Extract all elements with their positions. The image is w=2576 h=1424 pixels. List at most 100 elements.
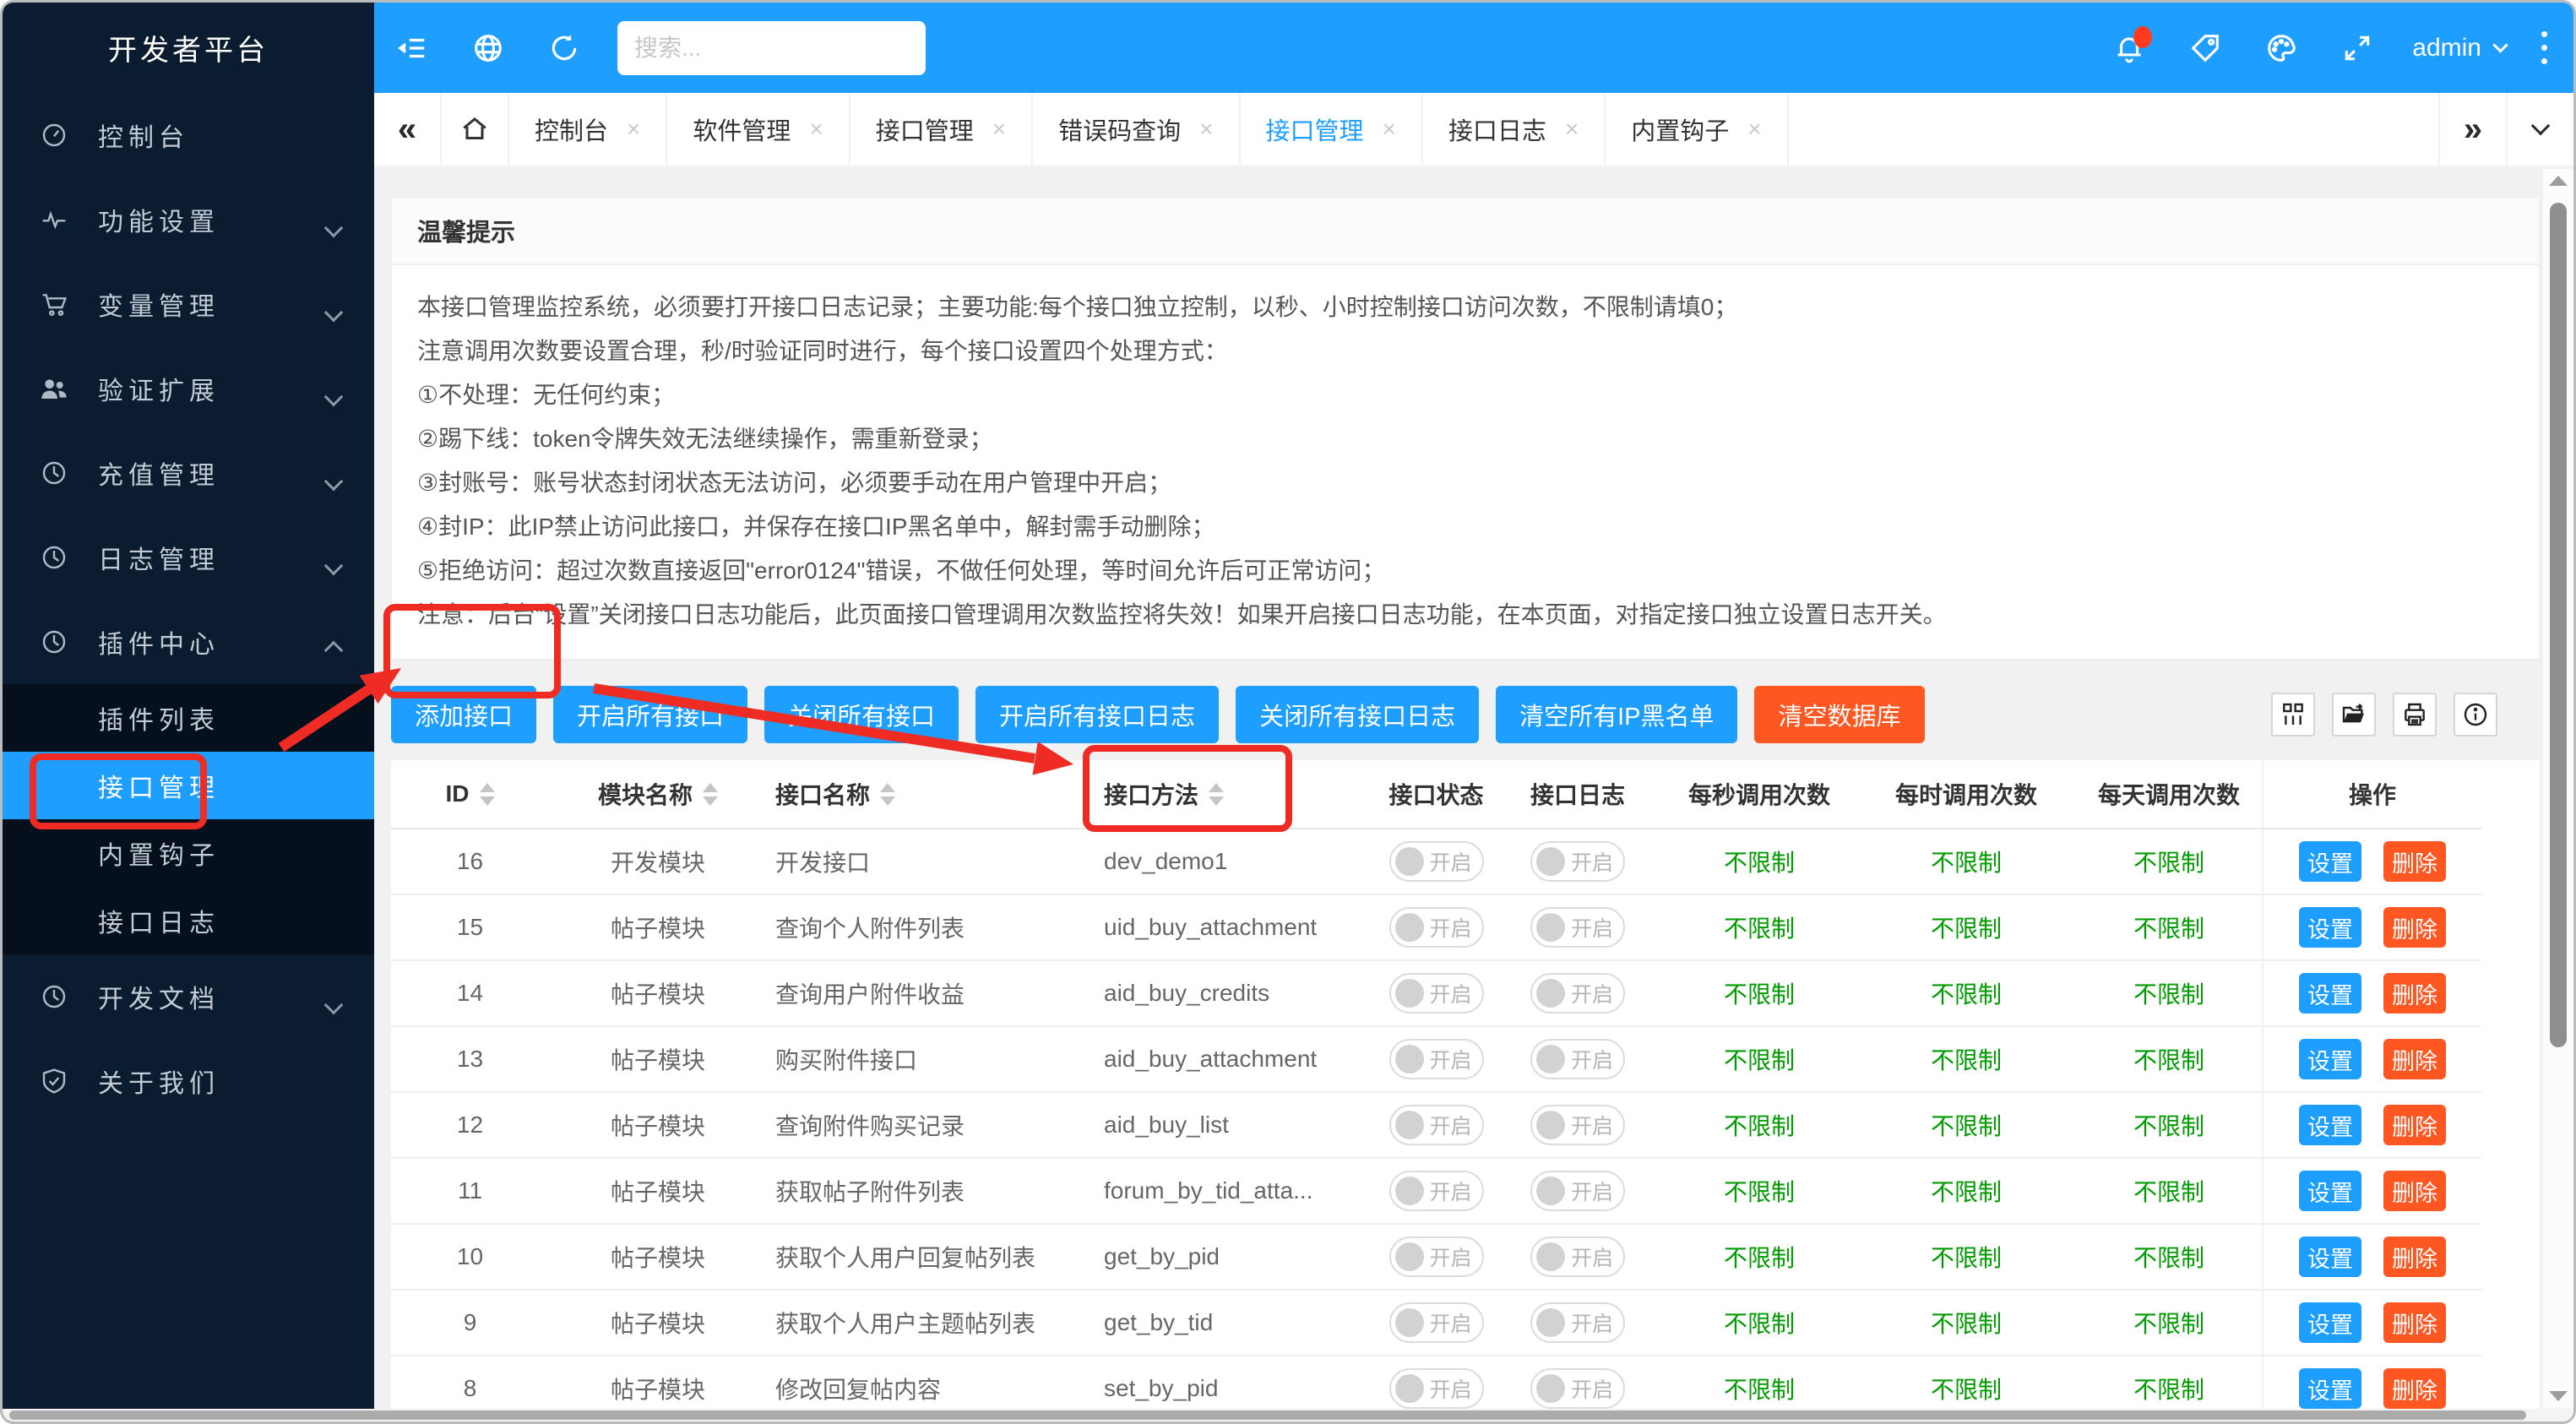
close-icon[interactable]: × bbox=[627, 116, 640, 143]
delete-button[interactable]: 删除 bbox=[2383, 841, 2446, 882]
collapse-sidebar-button[interactable] bbox=[374, 3, 450, 93]
interface-log-toggle[interactable]: 开启 bbox=[1530, 1236, 1625, 1277]
sidebar-item-recharge-management[interactable]: 充值管理 bbox=[3, 431, 374, 515]
delete-button[interactable]: 删除 bbox=[2383, 1039, 2446, 1079]
print-button[interactable] bbox=[2393, 693, 2437, 736]
tabs-menu-button[interactable] bbox=[2506, 93, 2573, 166]
settings-button[interactable]: 设置 bbox=[2299, 1368, 2361, 1409]
clear-ip-blacklist-button[interactable]: 清空所有IP黑名单 bbox=[1496, 686, 1737, 743]
sidebar-item-function-settings[interactable]: 功能设置 bbox=[3, 177, 374, 262]
delete-button[interactable]: 删除 bbox=[2383, 1368, 2446, 1409]
close-icon[interactable]: × bbox=[809, 116, 823, 143]
interface-status-toggle[interactable]: 开启 bbox=[1389, 841, 1484, 882]
sort-icon[interactable] bbox=[480, 783, 495, 806]
home-tab[interactable] bbox=[442, 93, 509, 166]
interface-status-toggle[interactable]: 开启 bbox=[1389, 973, 1484, 1014]
sidebar-item-builtin-hooks[interactable]: 内置钩子 bbox=[3, 819, 374, 887]
tabs-scroll-right-button[interactable]: » bbox=[2438, 93, 2506, 166]
header-id[interactable]: ID bbox=[391, 780, 549, 807]
header-module-name[interactable]: 模块名称 bbox=[549, 777, 767, 811]
sidebar-item-log-management[interactable]: 日志管理 bbox=[3, 515, 374, 600]
settings-button[interactable]: 设置 bbox=[2299, 1302, 2361, 1343]
settings-button[interactable]: 设置 bbox=[2299, 1039, 2361, 1079]
interface-log-toggle[interactable]: 开启 bbox=[1530, 973, 1625, 1014]
delete-button[interactable]: 删除 bbox=[2383, 907, 2446, 948]
globe-icon[interactable] bbox=[450, 3, 526, 93]
tag-icon[interactable] bbox=[2167, 3, 2243, 93]
disable-all-interface-logs-button[interactable]: 关闭所有接口日志 bbox=[1236, 686, 1479, 743]
close-icon[interactable]: × bbox=[1747, 116, 1761, 143]
scroll-down-icon[interactable] bbox=[2549, 1391, 2568, 1401]
more-options-button[interactable] bbox=[2514, 3, 2573, 93]
disable-all-interfaces-button[interactable]: 关闭所有接口 bbox=[764, 686, 959, 743]
tab-interface-management-active[interactable]: 接口管理× bbox=[1241, 93, 1423, 166]
delete-button[interactable]: 删除 bbox=[2383, 973, 2446, 1014]
theme-palette-icon[interactable] bbox=[2243, 3, 2319, 93]
user-menu[interactable]: admin bbox=[2412, 34, 2506, 63]
search-input[interactable] bbox=[634, 35, 909, 62]
sidebar-item-variable-management[interactable]: 变量管理 bbox=[3, 262, 374, 346]
refresh-icon[interactable] bbox=[526, 3, 602, 93]
sidebar-item-about-us[interactable]: 关于我们 bbox=[3, 1039, 374, 1123]
settings-button[interactable]: 设置 bbox=[2299, 1236, 2361, 1277]
scroll-up-icon[interactable] bbox=[2549, 176, 2568, 186]
enable-all-interface-logs-button[interactable]: 开启所有接口日志 bbox=[976, 686, 1219, 743]
sort-icon[interactable] bbox=[1209, 783, 1224, 806]
settings-button[interactable]: 设置 bbox=[2299, 973, 2361, 1014]
tab-software-management[interactable]: 软件管理× bbox=[667, 93, 850, 166]
sort-icon[interactable] bbox=[703, 783, 718, 806]
interface-status-toggle[interactable]: 开启 bbox=[1389, 1368, 1484, 1409]
enable-all-interfaces-button[interactable]: 开启所有接口 bbox=[553, 686, 747, 743]
vertical-scrollbar[interactable] bbox=[2543, 169, 2573, 1408]
sidebar-item-interface-log[interactable]: 接口日志 bbox=[3, 887, 374, 954]
vertical-scrollbar-thumb[interactable] bbox=[2550, 203, 2567, 1047]
delete-button[interactable]: 删除 bbox=[2383, 1302, 2446, 1343]
add-interface-button[interactable]: 添加接口 bbox=[391, 686, 536, 743]
settings-button[interactable]: 设置 bbox=[2299, 1171, 2361, 1211]
tab-interface-log[interactable]: 接口日志× bbox=[1423, 93, 1606, 166]
settings-button[interactable]: 设置 bbox=[2299, 1105, 2361, 1145]
delete-button[interactable]: 删除 bbox=[2383, 1171, 2446, 1211]
info-button[interactable] bbox=[2454, 693, 2497, 736]
interface-log-toggle[interactable]: 开启 bbox=[1530, 1171, 1625, 1211]
sidebar-item-plugin-list[interactable]: 插件列表 bbox=[3, 684, 374, 752]
interface-log-toggle[interactable]: 开启 bbox=[1530, 1368, 1625, 1409]
settings-button[interactable]: 设置 bbox=[2299, 841, 2361, 882]
interface-log-toggle[interactable]: 开启 bbox=[1530, 841, 1625, 882]
interface-log-toggle[interactable]: 开启 bbox=[1530, 1105, 1625, 1145]
interface-status-toggle[interactable]: 开启 bbox=[1389, 1236, 1484, 1277]
horizontal-scrollbar[interactable] bbox=[3, 1409, 2573, 1421]
notifications-button[interactable] bbox=[2091, 3, 2167, 93]
sidebar-item-plugin-center[interactable]: 插件中心 bbox=[3, 600, 374, 684]
interface-status-toggle[interactable]: 开启 bbox=[1389, 1039, 1484, 1079]
sidebar-item-dev-docs[interactable]: 开发文档 bbox=[3, 954, 374, 1039]
settings-button[interactable]: 设置 bbox=[2299, 907, 2361, 948]
tabs-scroll-left-button[interactable]: « bbox=[374, 93, 442, 166]
delete-button[interactable]: 删除 bbox=[2383, 1236, 2446, 1277]
close-icon[interactable]: × bbox=[992, 116, 1006, 143]
columns-toggle-button[interactable] bbox=[2271, 693, 2315, 736]
export-button[interactable] bbox=[2332, 693, 2376, 736]
interface-log-toggle[interactable]: 开启 bbox=[1530, 1039, 1625, 1079]
header-interface-method[interactable]: 接口方法 bbox=[1092, 777, 1371, 811]
clear-database-button[interactable]: 清空数据库 bbox=[1754, 686, 1924, 743]
horizontal-scrollbar-thumb[interactable] bbox=[9, 1410, 2526, 1420]
tab-interface-management-1[interactable]: 接口管理× bbox=[851, 93, 1033, 166]
interface-status-toggle[interactable]: 开启 bbox=[1389, 907, 1484, 948]
close-icon[interactable]: × bbox=[1565, 116, 1579, 143]
interface-log-toggle[interactable]: 开启 bbox=[1530, 1302, 1625, 1343]
close-icon[interactable]: × bbox=[1199, 116, 1213, 143]
delete-button[interactable]: 删除 bbox=[2383, 1105, 2446, 1145]
tab-error-code-query[interactable]: 错误码查询× bbox=[1033, 93, 1240, 166]
interface-status-toggle[interactable]: 开启 bbox=[1389, 1105, 1484, 1145]
tab-builtin-hooks[interactable]: 内置钩子× bbox=[1606, 93, 1788, 166]
sort-icon[interactable] bbox=[880, 783, 895, 806]
fullscreen-icon[interactable] bbox=[2319, 3, 2395, 93]
header-interface-name[interactable]: 接口名称 bbox=[767, 777, 1092, 811]
interface-status-toggle[interactable]: 开启 bbox=[1389, 1171, 1484, 1211]
sidebar-item-interface-management[interactable]: 接口管理 bbox=[3, 752, 374, 819]
interface-log-toggle[interactable]: 开启 bbox=[1530, 907, 1625, 948]
close-icon[interactable]: × bbox=[1383, 116, 1396, 143]
tab-console[interactable]: 控制台× bbox=[509, 93, 667, 166]
sidebar-item-console[interactable]: 控制台 bbox=[3, 93, 374, 177]
